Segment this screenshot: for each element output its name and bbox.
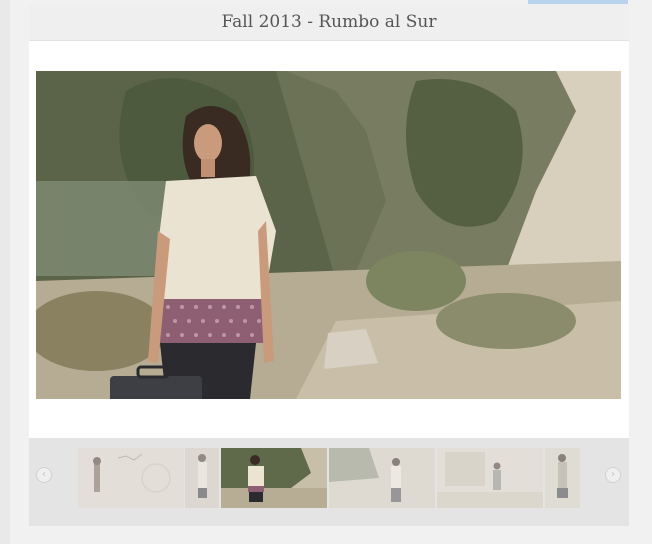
gallery-title: Fall 2013 - Rumbo al Sur — [221, 12, 437, 32]
thumbnail-item-6[interactable] — [545, 448, 580, 508]
thumbnail-strip: ‹ › — [29, 440, 629, 526]
thumbnail-item-5[interactable] — [437, 448, 543, 508]
thumbnail-item-3[interactable] — [221, 448, 327, 508]
thumbnail-item-2[interactable] — [185, 448, 219, 508]
thumbnail-list — [78, 448, 580, 508]
photo-gallery: Fall 2013 - Rumbo al Sur ‹ › — [29, 4, 629, 526]
gallery-stage — [29, 41, 629, 438]
thumbnail-item-1[interactable] — [78, 448, 184, 508]
main-photo[interactable] — [36, 71, 621, 399]
page-background — [0, 0, 10, 544]
chevron-left-icon[interactable]: ‹ — [36, 467, 52, 483]
chevron-right-icon[interactable]: › — [605, 467, 621, 483]
gallery-title-bar: Fall 2013 - Rumbo al Sur — [29, 4, 629, 41]
thumbnail-item-4[interactable] — [329, 448, 435, 508]
